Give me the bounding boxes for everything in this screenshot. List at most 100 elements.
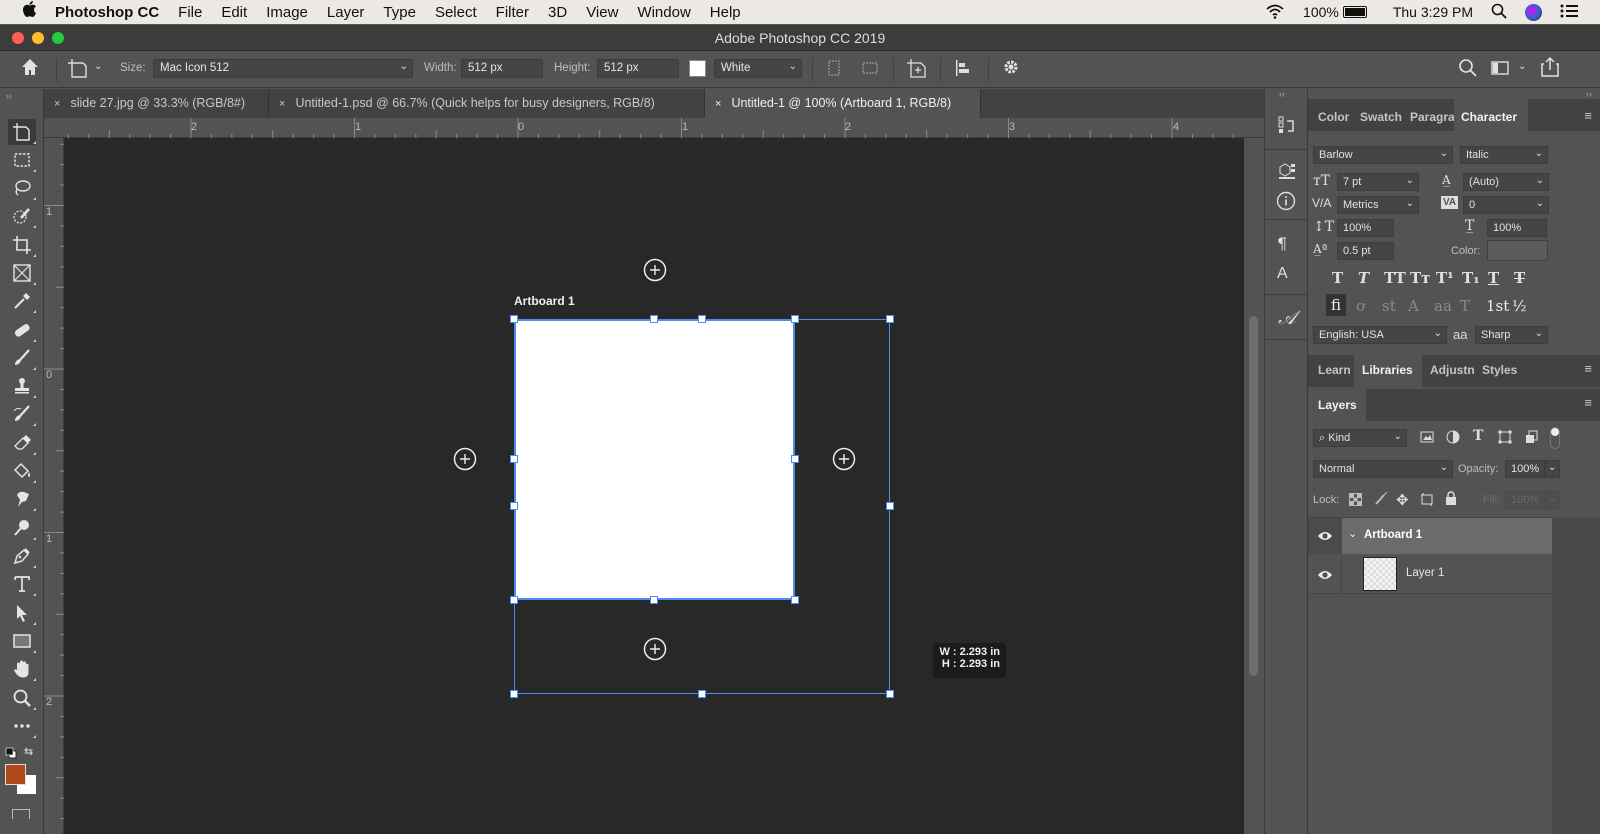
rectangle-tool-icon[interactable] [8, 628, 36, 654]
filter-type-layers-icon[interactable]: T [1473, 428, 1483, 444]
superscript-button[interactable]: T¹ [1436, 269, 1454, 287]
tab-adjustments[interactable]: Adjustn [1430, 363, 1476, 377]
background-color-swatch[interactable] [689, 60, 706, 77]
text-color-swatch[interactable] [1487, 240, 1548, 261]
pen-tool-icon[interactable] [8, 543, 36, 569]
visibility-eye-icon[interactable] [1317, 529, 1333, 547]
lock-all-icon[interactable] [1445, 491, 1457, 510]
artboard-tool-preset-icon[interactable] [66, 57, 88, 84]
filter-shape-layers-icon[interactable] [1498, 430, 1512, 449]
share-icon[interactable] [1540, 56, 1560, 83]
artboard-name-label[interactable]: Artboard 1 [514, 294, 575, 308]
history-brush-tool-icon[interactable] [8, 401, 36, 427]
menu-file[interactable]: File [178, 4, 202, 21]
layer-row-layer-1[interactable]: Layer 1 [1308, 555, 1552, 594]
transform-handle[interactable] [510, 502, 518, 510]
tab-character[interactable]: Character [1461, 110, 1518, 124]
antialias-select[interactable]: Sharp ⌄ [1475, 326, 1548, 344]
horizontal-scale-input[interactable]: 100% [1487, 219, 1547, 237]
transform-handle[interactable] [791, 315, 799, 323]
background-select[interactable]: White ⌄ [714, 59, 802, 78]
menu-view[interactable]: View [586, 4, 618, 21]
tab-untitled-1-psd[interactable]: × Untitled-1.psd @ 66.7% (Quick helps for… [269, 89, 705, 118]
contextual-alternates-button[interactable]: ơ [1356, 297, 1365, 315]
kerning-select[interactable]: Metrics ⌄ [1337, 196, 1419, 214]
collapse-toolbar-icon[interactable]: ›› [6, 91, 12, 101]
workspace-icon[interactable] [1490, 58, 1510, 83]
filter-pixel-layers-icon[interactable] [1420, 430, 1434, 449]
stylistic-alternates-button[interactable]: aa [1434, 297, 1452, 315]
panel-menu-icon[interactable]: ≡ [1584, 395, 1592, 410]
swash-button[interactable]: A [1408, 297, 1419, 315]
info-icon[interactable] [1276, 191, 1296, 215]
layer-filter-select[interactable]: ⌕ Kind ⌄ [1313, 429, 1407, 447]
smudge-tool-icon[interactable] [8, 486, 36, 512]
add-new-artboard-icon[interactable] [906, 57, 928, 84]
settings-gear-icon[interactable] [1001, 57, 1021, 82]
scrollbar-thumb[interactable] [1249, 316, 1258, 676]
lock-position-icon[interactable]: ✥ [1396, 491, 1409, 509]
standard-ligatures-button[interactable]: fi [1326, 294, 1347, 316]
lock-image-pixels-icon[interactable] [1374, 491, 1388, 511]
expand-group-chevron-icon[interactable]: ⌄ [1348, 527, 1357, 540]
type-tool-icon[interactable] [8, 571, 36, 597]
expand-panels-icon[interactable]: ›› [1586, 89, 1592, 99]
clone-stamp-tool-icon[interactable] [8, 373, 36, 399]
font-family-select[interactable]: Barlow ⌄ [1313, 146, 1453, 164]
lock-artboard-icon[interactable] [1420, 492, 1434, 511]
paint-bucket-tool-icon[interactable] [8, 458, 36, 484]
menu-edit[interactable]: Edit [221, 4, 247, 21]
width-input[interactable]: 512 px [461, 59, 543, 78]
transform-handle[interactable] [510, 596, 518, 604]
transform-handle[interactable] [698, 690, 706, 698]
menu-filter[interactable]: Filter [496, 4, 529, 21]
blend-mode-select[interactable]: Normal ⌄ [1313, 460, 1453, 478]
frame-tool-icon[interactable] [8, 260, 36, 286]
siri-icon[interactable] [1525, 3, 1542, 21]
character-styles-icon[interactable]: A [1277, 265, 1288, 283]
small-caps-button[interactable]: Tт [1410, 269, 1430, 287]
notification-center-icon[interactable] [1560, 4, 1578, 21]
transform-handle[interactable] [791, 596, 799, 604]
transform-handle[interactable] [791, 455, 799, 463]
menu-3d[interactable]: 3D [548, 4, 567, 21]
close-tab-icon[interactable]: × [715, 98, 721, 110]
lasso-tool-icon[interactable] [8, 175, 36, 201]
collapse-dock-icon[interactable]: ‹‹ [1279, 89, 1285, 99]
glyphs-icon[interactable]: 𝒜 [1278, 307, 1296, 329]
quick-selection-tool-icon[interactable] [8, 203, 36, 229]
battery-icon[interactable] [1342, 6, 1367, 18]
opacity-slider-button[interactable]: ⌄ [1545, 460, 1560, 478]
transform-handle[interactable] [650, 315, 658, 323]
close-tab-icon[interactable]: × [279, 98, 285, 110]
menu-window[interactable]: Window [637, 4, 690, 21]
tab-styles[interactable]: Styles [1482, 363, 1517, 377]
height-input[interactable]: 512 px [597, 59, 679, 78]
tab-swatches[interactable]: Swatch [1360, 110, 1402, 124]
default-colors-icon[interactable] [5, 746, 17, 764]
titling-alternates-button[interactable]: T [1460, 297, 1470, 315]
healing-brush-tool-icon[interactable] [8, 317, 36, 343]
app-menu[interactable]: Photoshop CC [55, 4, 159, 21]
3d-icon[interactable] [1277, 161, 1297, 185]
baseline-shift-input[interactable]: 0.5 pt [1337, 242, 1394, 260]
spotlight-icon[interactable] [1491, 3, 1507, 22]
all-caps-button[interactable]: TT [1384, 269, 1406, 287]
eraser-tool-icon[interactable] [8, 430, 36, 456]
close-tab-icon[interactable]: × [54, 98, 60, 110]
artboard-tool-icon[interactable] [8, 119, 36, 145]
opacity-input[interactable]: 100% [1505, 460, 1545, 478]
make-landscape-icon[interactable] [860, 58, 880, 83]
apple-icon[interactable] [22, 1, 37, 23]
history-icon[interactable] [1277, 115, 1297, 138]
leading-input[interactable]: (Auto) ⌄ [1463, 173, 1549, 191]
tab-color[interactable]: Color [1318, 110, 1349, 124]
strikethrough-button[interactable]: T [1514, 269, 1525, 287]
wifi-icon[interactable] [1265, 3, 1285, 22]
marquee-tool-icon[interactable] [8, 147, 36, 173]
filter-smart-objects-icon[interactable] [1525, 430, 1539, 449]
ordinals-button[interactable]: 1st [1486, 297, 1509, 315]
size-select[interactable]: Mac Icon 512 ⌄ [153, 59, 413, 78]
tab-slide-27[interactable]: × slide 27.jpg @ 33.3% (RGB/8#) [44, 89, 269, 118]
transform-handle[interactable] [886, 502, 894, 510]
